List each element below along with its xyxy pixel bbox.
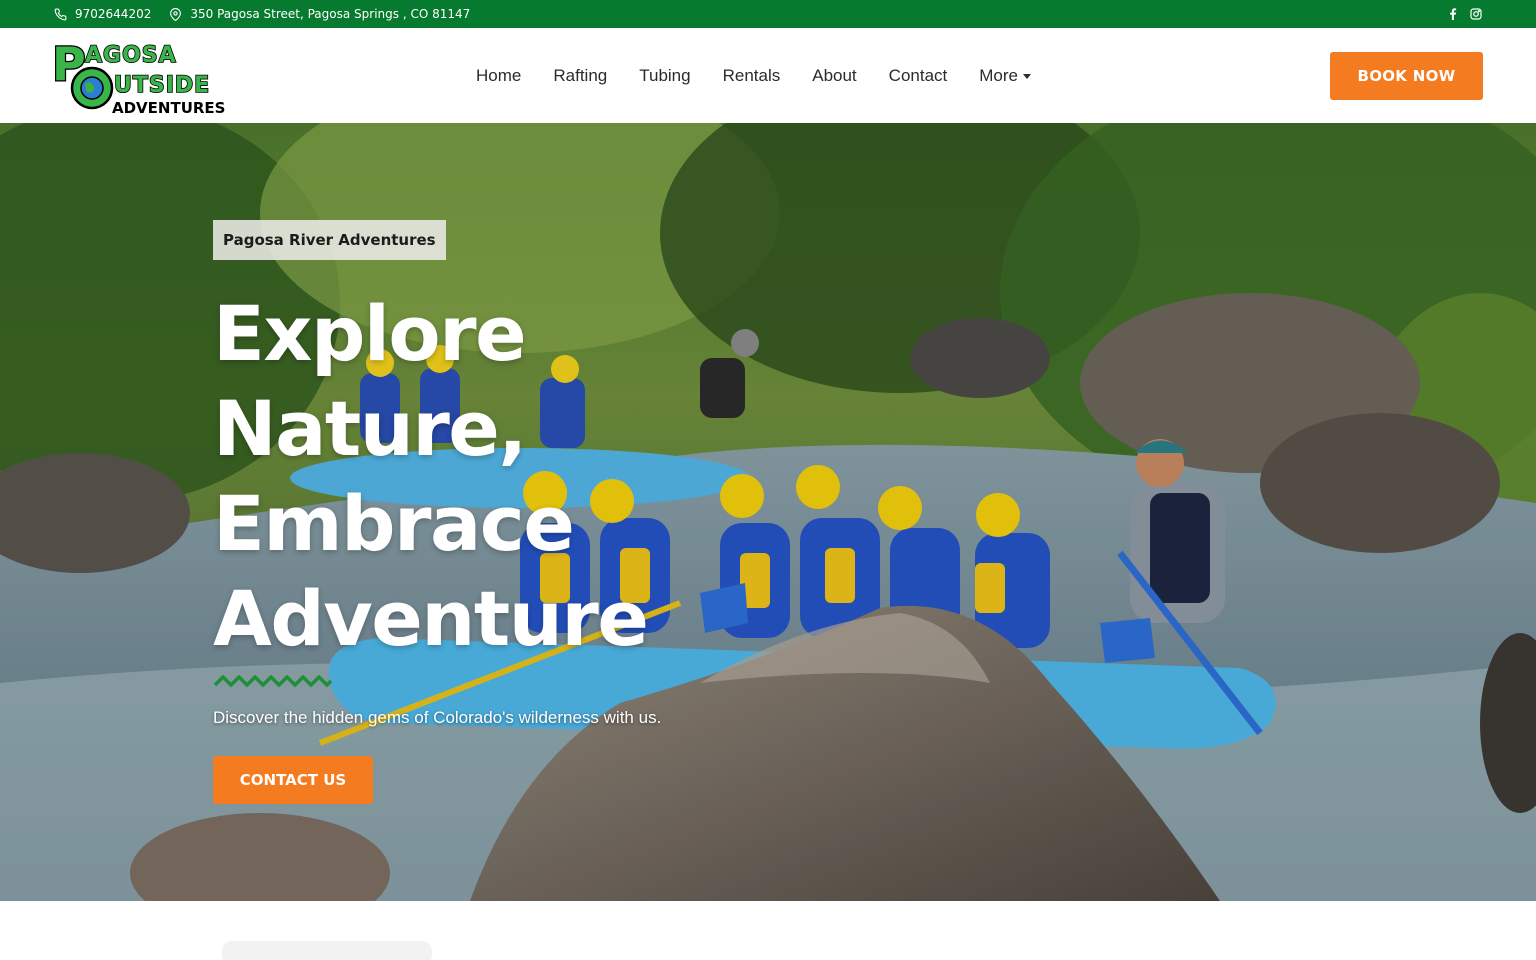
svg-text:UTSIDE: UTSIDE (114, 73, 210, 98)
hero-subtext: Discover the hidden gems of Colorado's w… (213, 708, 662, 727)
main-navbar: P AGOSA UTSIDE ADVENTURES Home Rafting T… (0, 28, 1536, 123)
hero-headline: Explore Nature, Embrace Adventure (213, 286, 773, 666)
hero-section: Pagosa River Adventures Explore Nature, … (0, 123, 1536, 901)
nav-item-more-label: More (979, 65, 1018, 85)
site-logo[interactable]: P AGOSA UTSIDE ADVENTURES (52, 36, 232, 118)
facebook-icon[interactable] (1448, 8, 1458, 20)
instagram-icon[interactable] (1470, 8, 1482, 20)
chevron-down-icon (1023, 73, 1031, 79)
decorative-squiggle (213, 675, 333, 687)
headline-line-1: Explore (213, 289, 527, 378)
nav-item-rentals[interactable]: Rentals (707, 66, 797, 86)
contact-us-button[interactable]: CONTACT US (213, 756, 373, 804)
book-now-button[interactable]: BOOK NOW (1330, 52, 1483, 100)
headline-line-2: Nature, (213, 384, 527, 473)
top-info-bar: 9702644202 350 Pagosa Street, Pagosa Spr… (0, 0, 1536, 28)
nav-item-rafting[interactable]: Rafting (537, 66, 623, 86)
address-link[interactable]: 350 Pagosa Street, Pagosa Springs , CO 8… (169, 7, 470, 21)
svg-text:ADVENTURES: ADVENTURES (112, 99, 225, 117)
nav-item-about[interactable]: About (796, 66, 872, 86)
nav-item-tubing[interactable]: Tubing (623, 66, 706, 86)
social-links (1448, 8, 1482, 20)
next-section (0, 901, 1536, 960)
headline-line-4: Adventure (213, 574, 649, 663)
section-decoration (222, 941, 432, 960)
map-pin-icon (170, 7, 182, 21)
svg-text:AGOSA: AGOSA (85, 43, 177, 68)
headline-line-3: Embrace (213, 479, 575, 568)
hero-badge: Pagosa River Adventures (213, 220, 446, 260)
nav-menu: Home Rafting Tubing Rentals About Contac… (460, 28, 1047, 123)
phone-link[interactable]: 9702644202 (54, 7, 151, 21)
phone-number: 9702644202 (75, 7, 152, 21)
nav-item-home[interactable]: Home (460, 66, 537, 86)
address-text: 350 Pagosa Street, Pagosa Springs , CO 8… (190, 7, 471, 21)
phone-icon (54, 8, 67, 20)
nav-item-contact[interactable]: Contact (873, 66, 964, 86)
nav-item-more[interactable]: More (963, 66, 1047, 86)
